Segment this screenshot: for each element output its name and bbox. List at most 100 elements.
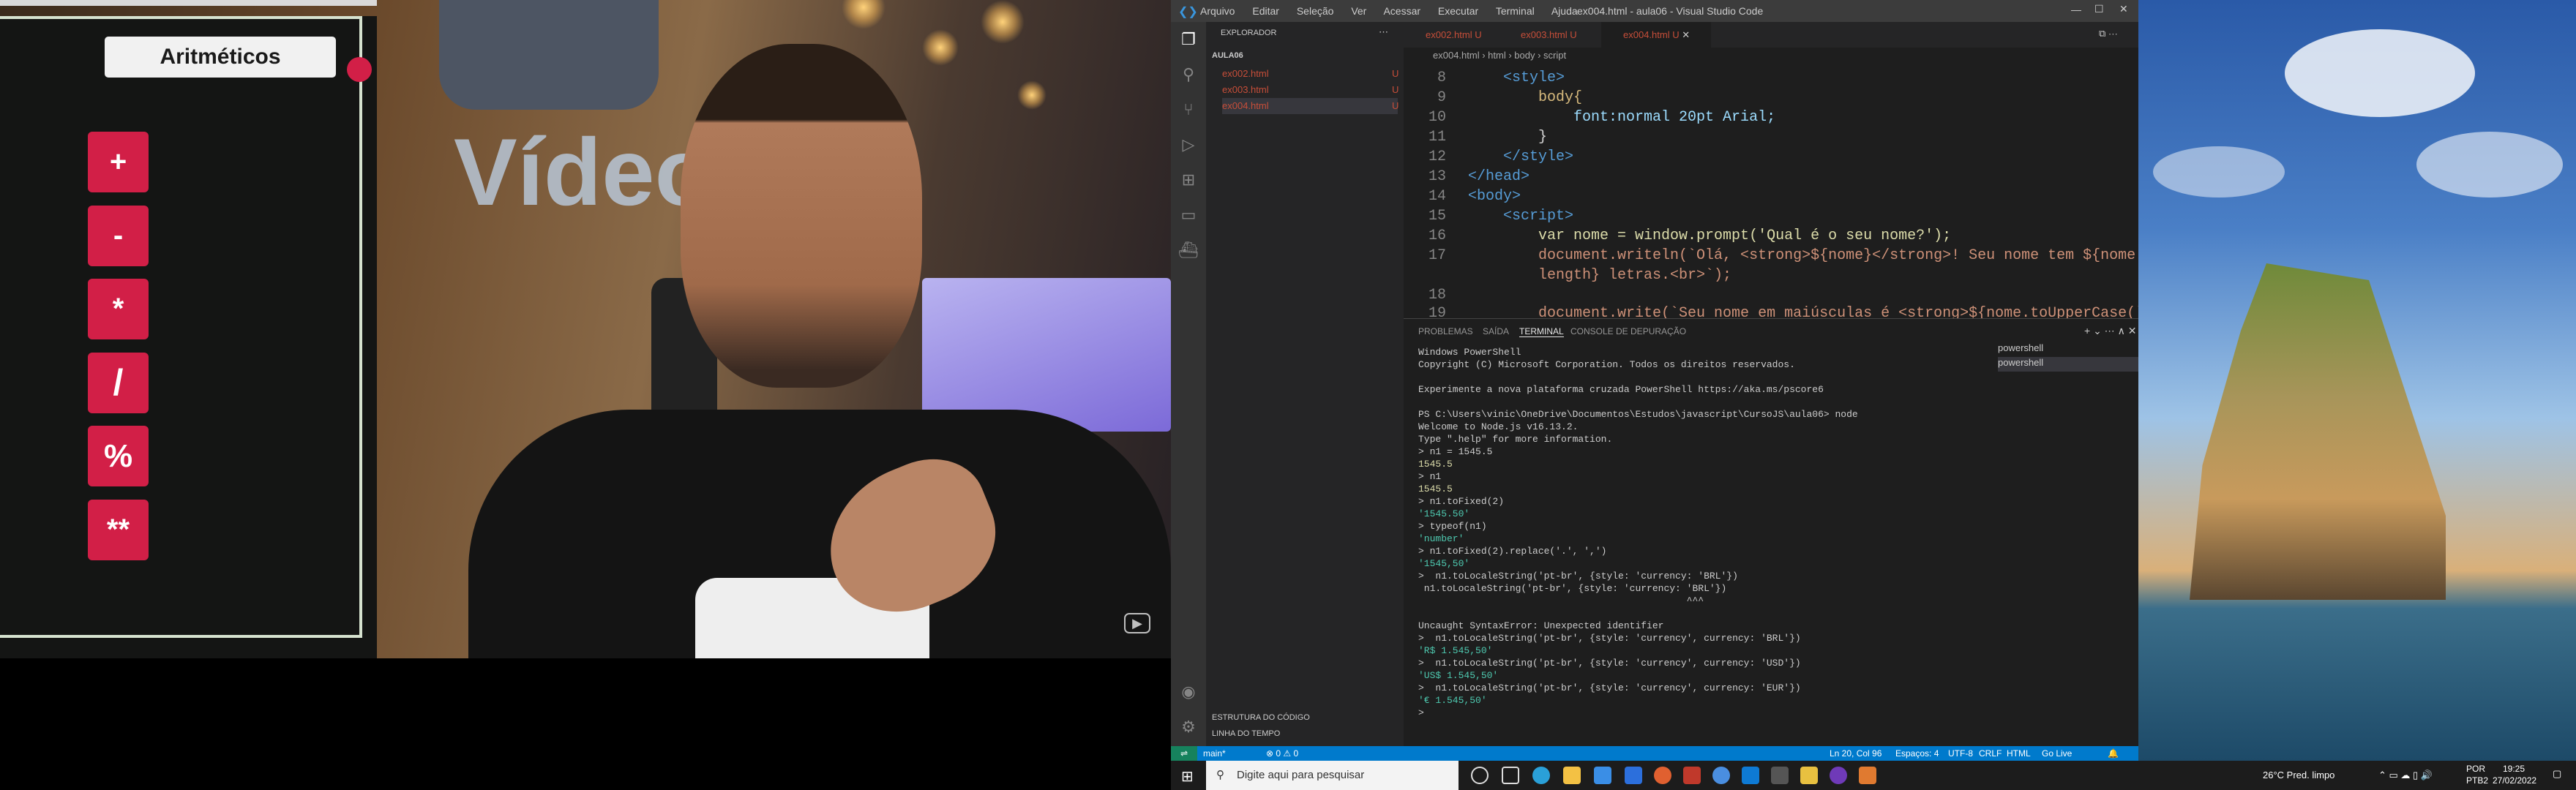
menu-executar[interactable]: Executar — [1438, 5, 1478, 17]
terminal-line: 'R$ 1.545,50' — [1418, 645, 1493, 656]
cliff — [2190, 263, 2446, 600]
breadcrumb-html[interactable]: html — [1488, 50, 1506, 61]
background-logo-text: Vídeo — [454, 118, 713, 225]
line-ending[interactable]: CRLF — [1979, 746, 2002, 761]
clock-time[interactable]: 19:25 — [2503, 764, 2525, 774]
indentation[interactable]: Espaços: 4 — [1895, 746, 1939, 761]
cursor-position[interactable]: Ln 20, Col 96 — [1830, 746, 1882, 761]
tray-icons[interactable]: ⌃ ▭ ☁ ▯ 🔊 — [2378, 770, 2433, 781]
menu-ver[interactable]: Ver — [1351, 5, 1366, 17]
encoding[interactable]: UTF-8 — [1948, 746, 1973, 761]
recorder-icon[interactable] — [1859, 767, 1876, 784]
explorer-icon[interactable]: ❐ — [1177, 28, 1200, 51]
maximize-icon[interactable]: ☐ — [2094, 3, 2104, 15]
language-mode[interactable]: HTML — [2007, 746, 2031, 761]
remote-icon[interactable]: ⇌ — [1171, 746, 1197, 761]
explorer-sidebar: EXPLORADOR ⋯ AULA06 ex002.html U ex003.ht… — [1206, 22, 1404, 746]
more-actions-icon[interactable]: ⋯ — [1379, 26, 1388, 38]
bell-icon[interactable]: 🔔 — [2108, 746, 2119, 761]
office-icon[interactable] — [1683, 767, 1701, 784]
panel-tab-debug-console[interactable]: CONSOLE DE DEPURAÇÃO — [1570, 326, 1686, 336]
minimize-icon[interactable]: — — [2071, 4, 2081, 15]
notifications-icon[interactable]: ▢ — [2553, 768, 2561, 780]
folder-name[interactable]: AULA06 — [1212, 51, 1243, 60]
task-view-icon[interactable] — [1502, 767, 1519, 784]
tab-ex004[interactable]: ex004.html U ✕ — [1601, 22, 1711, 48]
clock-date[interactable]: 27/02/2022 — [2493, 775, 2536, 786]
menu-selecao[interactable]: Seleção — [1297, 5, 1334, 17]
problems-indicator[interactable]: ⊗ 0 ⚠ 0 — [1266, 746, 1298, 761]
cortana-icon[interactable] — [1471, 767, 1489, 784]
operator-divide: / — [88, 353, 149, 413]
panel-tab-output[interactable]: SAÍDA — [1483, 326, 1509, 336]
file-ex003[interactable]: ex003.html U — [1222, 82, 1399, 98]
language-indicator[interactable]: POR — [2466, 764, 2485, 774]
file-ex004[interactable]: ex004.html U — [1222, 98, 1399, 114]
extensions-icon[interactable]: ⊞ — [1177, 168, 1200, 192]
monitor — [922, 278, 1171, 432]
menu-editar[interactable]: Editar — [1252, 5, 1279, 17]
account-icon[interactable]: ◉ — [1177, 680, 1200, 704]
terminal-list-item[interactable]: powershell — [1998, 342, 2138, 357]
windows-start-icon[interactable]: ⊞ — [1181, 767, 1194, 786]
breadcrumb-script[interactable]: script — [1543, 50, 1566, 61]
branch-indicator[interactable]: main* — [1203, 746, 1226, 761]
panel-tab-problems[interactable]: PROBLEMAS — [1418, 326, 1473, 336]
operator-modulo: % — [88, 426, 149, 486]
tab-ex002[interactable]: ex002.html U — [1404, 22, 1499, 48]
file-ex002[interactable]: ex002.html U — [1222, 66, 1399, 82]
vscode-taskbar-icon[interactable] — [1742, 767, 1759, 784]
menu-acessar[interactable]: Acessar — [1383, 5, 1420, 17]
run-debug-icon[interactable]: ▷ — [1177, 133, 1200, 157]
slide-panel: Aritméticos + - * / % ** — [0, 16, 377, 658]
store-icon[interactable] — [1594, 767, 1611, 784]
edge-icon[interactable] — [1532, 767, 1550, 784]
menu-ajuda[interactable]: Ajuda — [1551, 5, 1578, 17]
terminal-line: > typeof(n1) — [1418, 521, 1487, 532]
code-editor[interactable]: 8 <style> 9 body{ 10 font:normal 20pt Ar… — [1404, 64, 2138, 318]
terminal-line: > n1.toLocaleString('pt-br', {style: 'cu… — [1418, 571, 1738, 582]
menu-arquivo[interactable]: Arquivo — [1200, 5, 1235, 17]
terminal-list: powershell powershell — [1998, 342, 2138, 372]
remote-explorer-icon[interactable]: ▭ — [1177, 203, 1200, 227]
obs-icon[interactable] — [1830, 767, 1847, 784]
file-explorer-icon[interactable] — [1563, 767, 1581, 784]
operator-multiply: * — [88, 279, 149, 339]
keyboard-indicator[interactable]: PTB2 — [2466, 775, 2488, 786]
play-logo-icon — [439, 0, 659, 110]
status-bar: ⇌ main* ⊗ 0 ⚠ 0 Ln 20, Col 96 Espaços: 4… — [1171, 746, 2138, 761]
tab-close-icon[interactable]: ✕ — [1682, 29, 1690, 40]
outline-section[interactable]: ESTRUTURA DO CÓDIGO — [1212, 713, 1310, 722]
mail-icon[interactable] — [1625, 767, 1642, 784]
terminal-taskbar-icon[interactable] — [1771, 767, 1789, 784]
panel-tab-terminal[interactable]: TERMINAL — [1519, 326, 1564, 337]
terminal-output[interactable]: Windows PowerShell Copyright (C) Microsof… — [1418, 347, 2135, 742]
menu-terminal[interactable]: Terminal — [1496, 5, 1535, 17]
app-icon[interactable] — [1712, 767, 1730, 784]
taskbar: ⊞ ⚲ Digite aqui para pesquisar 26°C Pred… — [1171, 761, 2576, 790]
go-live-button[interactable]: Go Live — [2042, 746, 2072, 761]
gear-icon[interactable]: ⚙ — [1177, 715, 1200, 739]
operator-power: ** — [88, 500, 149, 560]
taskbar-search[interactable]: ⚲ Digite aqui para pesquisar — [1206, 761, 1459, 790]
sticky-notes-icon[interactable] — [1800, 767, 1818, 784]
search-icon[interactable]: ⚲ — [1177, 63, 1200, 86]
timeline-section[interactable]: LINHA DO TEMPO — [1212, 729, 1280, 738]
close-icon[interactable]: ✕ — [2119, 3, 2128, 15]
split-editor-icon[interactable]: ⧉ ⋯ — [2099, 28, 2118, 40]
firefox-icon[interactable] — [1654, 767, 1671, 784]
terminal-line: > — [1418, 707, 1430, 718]
explorer-label: EXPLORADOR — [1221, 29, 1277, 37]
terminal-line: 'US$ 1.545,50' — [1418, 670, 1499, 681]
breadcrumb-body[interactable]: body — [1514, 50, 1535, 61]
tab-ex003[interactable]: ex003.html U — [1499, 22, 1601, 48]
terminal-line: '1545.50' — [1418, 508, 1470, 519]
terminal-list-item[interactable]: powershell — [1998, 357, 2138, 372]
new-terminal-icon[interactable]: + ⌄ ⋯ ∧ ✕ — [2084, 325, 2136, 337]
terminal-line: > n1 = 1545.5 — [1418, 446, 1493, 457]
docker-icon[interactable]: ⛴ — [1177, 238, 1200, 262]
source-control-icon[interactable]: ⑂ — [1177, 98, 1200, 121]
vscode-window: ❮❯ Arquivo Editar Seleção Ver Acessar Ex… — [1171, 0, 2138, 761]
weather-status[interactable]: 26°C Pred. limpo — [2263, 770, 2334, 780]
breadcrumb-file[interactable]: ex004.html — [1433, 50, 1480, 61]
